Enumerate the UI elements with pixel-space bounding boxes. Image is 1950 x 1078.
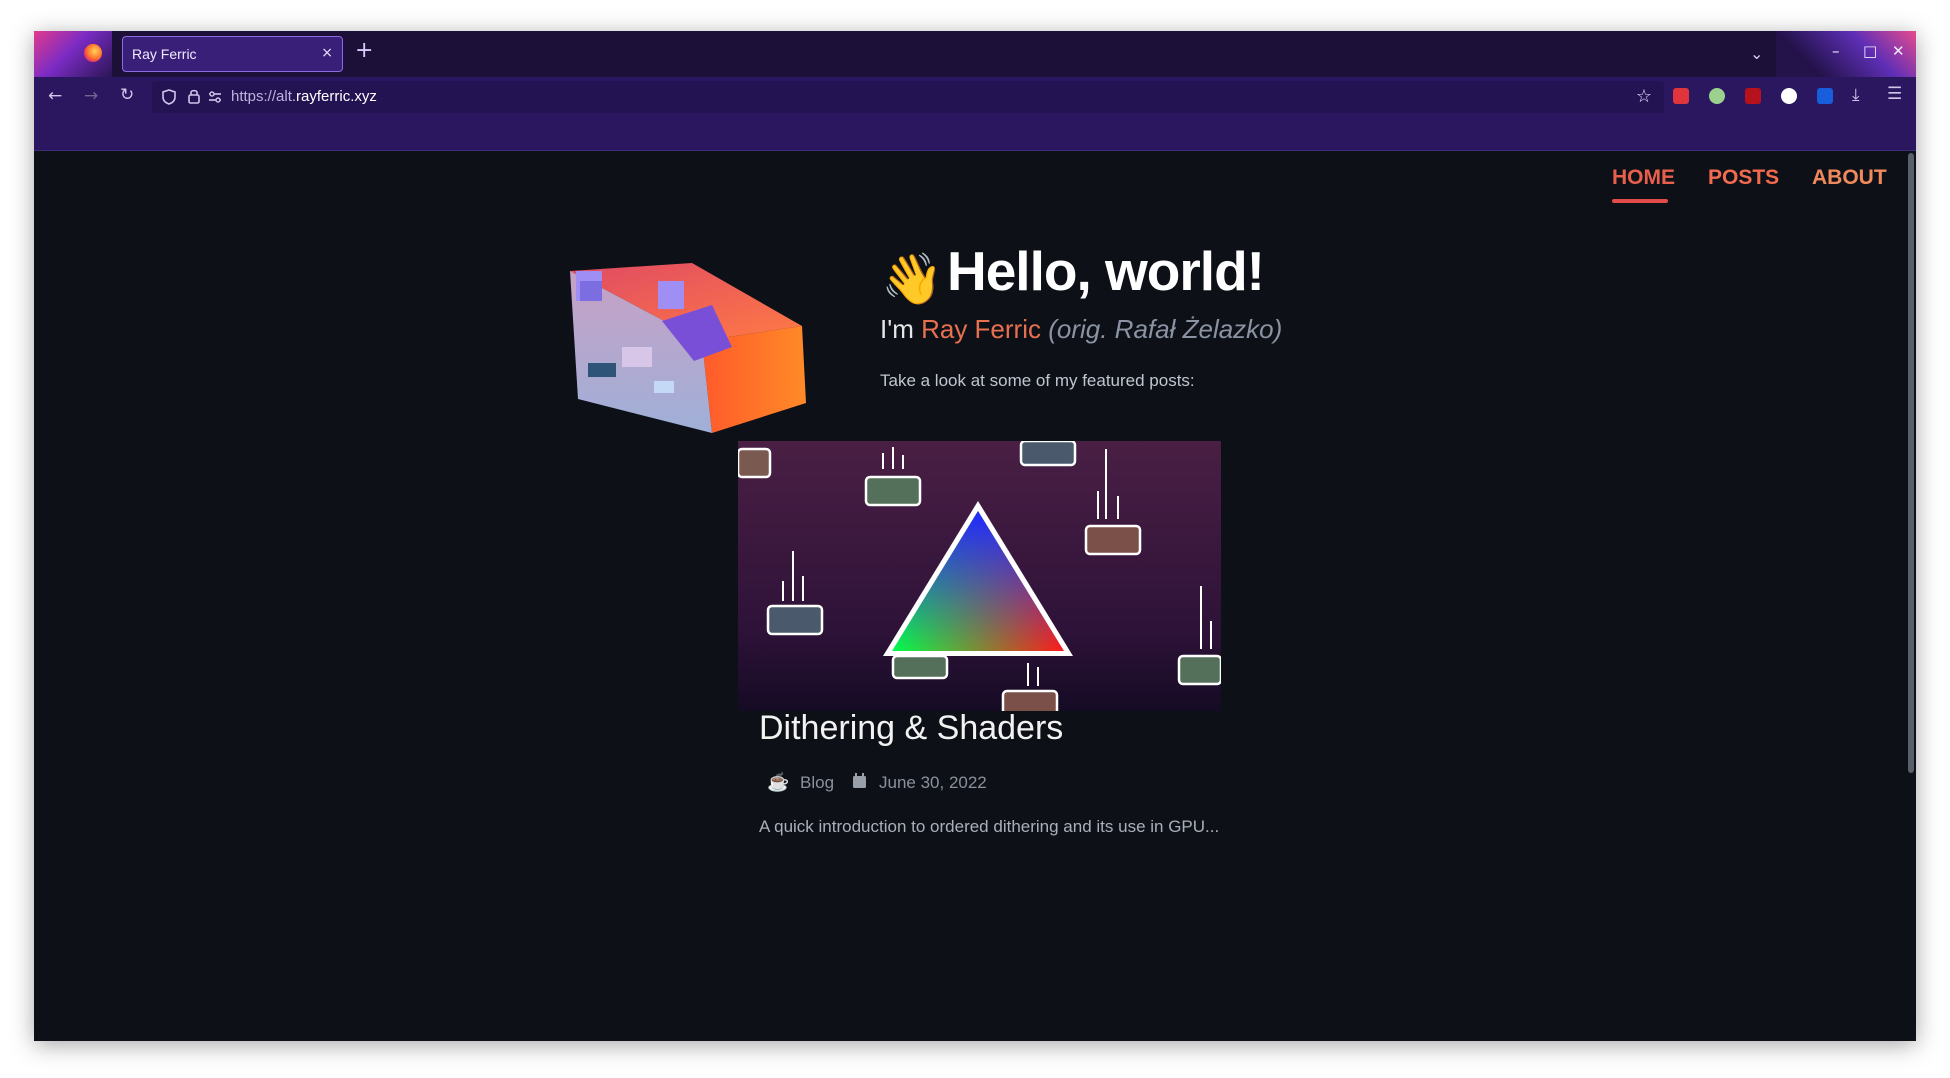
- maximize-icon[interactable]: □: [1863, 42, 1877, 60]
- shield-icon[interactable]: [162, 89, 176, 105]
- nav-link-posts[interactable]: POSTS: [1708, 166, 1779, 190]
- calendar-icon: [853, 773, 866, 788]
- intro-text: I'm Ray Ferric (orig. Rafał Żelazko): [880, 314, 1283, 344]
- bookmark-star-icon[interactable]: ☆: [1636, 86, 1652, 107]
- downloads-icon[interactable]: ⤓: [1852, 85, 1860, 105]
- web-page: HOME POSTS ABOUT 👋 Hello, world! I'm Ray…: [34, 151, 1916, 1041]
- tab-bar: Ray Ferric × + ⌄ – □ ✕: [34, 31, 1916, 77]
- permissions-icon[interactable]: [208, 91, 222, 103]
- scrollbar[interactable]: [1908, 153, 1914, 773]
- lock-icon[interactable]: [188, 88, 200, 104]
- post-excerpt: A quick introduction to ordered ditherin…: [759, 817, 1220, 836]
- minimize-icon[interactable]: –: [1832, 42, 1840, 60]
- post-thumbnail-image[interactable]: [738, 441, 1221, 711]
- post-category-link[interactable]: Blog: [800, 773, 834, 793]
- waving-hand-icon: 👋: [881, 250, 944, 308]
- stylus-extension-icon[interactable]: [1781, 88, 1797, 104]
- bitwarden-icon[interactable]: [1817, 88, 1833, 104]
- close-window-icon[interactable]: ✕: [1892, 42, 1905, 60]
- author-name-link[interactable]: Ray Ferric: [921, 314, 1041, 344]
- menu-icon[interactable]: ☰: [1887, 84, 1902, 104]
- new-tab-button[interactable]: +: [355, 40, 373, 62]
- close-tab-icon[interactable]: ×: [321, 45, 333, 61]
- coffee-cup-icon: ☕: [767, 772, 790, 792]
- post-date: June 30, 2022: [879, 773, 987, 792]
- original-name: (orig. Rafał Żelazko): [1048, 314, 1283, 344]
- url-bar[interactable]: https://alt.rayferric.xyz ☆: [152, 81, 1664, 113]
- screenshot-extension-icon[interactable]: [1673, 88, 1689, 104]
- page-title: Hello, world!: [947, 240, 1265, 302]
- tab-title: Ray Ferric: [132, 46, 197, 62]
- active-indicator: [1612, 199, 1668, 203]
- voxel-avatar-image: [570, 263, 806, 433]
- nav-link-about[interactable]: ABOUT: [1812, 166, 1887, 190]
- nav-link-home[interactable]: HOME: [1612, 166, 1675, 190]
- firefox-icon[interactable]: [84, 44, 102, 62]
- incognito-extension-icon[interactable]: [1709, 88, 1725, 104]
- ublock-origin-icon[interactable]: [1745, 88, 1761, 104]
- reload-icon[interactable]: ↻: [120, 85, 134, 105]
- tab-active[interactable]: Ray Ferric ×: [122, 36, 343, 72]
- forward-arrow-icon[interactable]: →: [84, 86, 98, 106]
- nav-toolbar: ← → ↻ https://alt.rayferric.xyz ☆ ⤓ ☰: [34, 77, 1916, 151]
- url-text[interactable]: https://alt.rayferric.xyz: [231, 88, 377, 105]
- browser-window: Ray Ferric × + ⌄ – □ ✕ ← → ↻ https://alt…: [34, 31, 1916, 1041]
- list-tabs-chevron-icon[interactable]: ⌄: [1750, 44, 1763, 63]
- post-title-link[interactable]: Dithering & Shaders: [759, 709, 1063, 748]
- featured-posts-label: Take a look at some of my featured posts…: [880, 371, 1195, 390]
- back-arrow-icon[interactable]: ←: [48, 86, 62, 106]
